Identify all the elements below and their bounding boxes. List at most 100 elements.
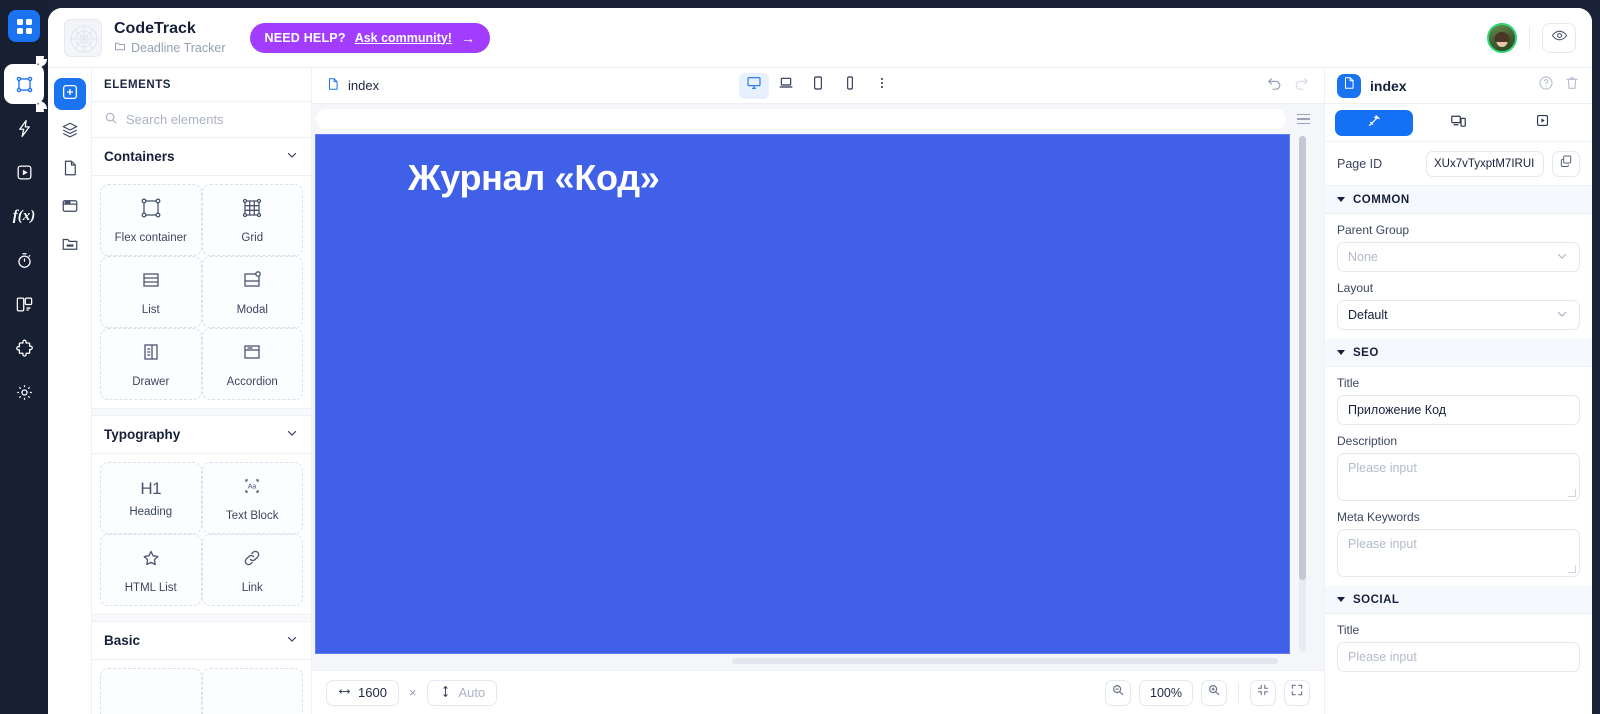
canvas-preview-frame[interactable]: Журнал «Код» — [315, 134, 1290, 654]
hamburger-icon[interactable] — [1294, 113, 1312, 125]
layout-select[interactable]: Default — [1337, 300, 1580, 330]
text-block-icon: Aa — [240, 474, 264, 503]
parent-group-select[interactable]: None — [1337, 242, 1580, 272]
element-card-flex-container[interactable]: Flex container — [100, 184, 202, 256]
fullscreen-button[interactable] — [1284, 679, 1310, 706]
canvas-more-button[interactable] — [867, 73, 897, 99]
canvas-width-field[interactable]: 1600 — [326, 679, 399, 706]
eye-icon — [1551, 27, 1568, 49]
tab-styles[interactable] — [1335, 109, 1414, 136]
help-button[interactable] — [1538, 75, 1554, 96]
rail-item-preview-play[interactable] — [4, 152, 44, 192]
need-help-banner[interactable]: NEED HELP? Ask community! → — [249, 22, 490, 53]
tab-interactions[interactable] — [1504, 110, 1582, 136]
device-laptop[interactable] — [771, 73, 801, 99]
canvas-vertical-scrollbar[interactable] — [1299, 136, 1306, 652]
elements-group-containers[interactable]: Containers — [92, 138, 311, 176]
element-card-list[interactable]: List — [100, 256, 202, 328]
rail-item-assets[interactable] — [4, 284, 44, 324]
preview-button[interactable] — [1542, 22, 1576, 53]
element-card-html-list[interactable]: HTML List — [100, 534, 202, 606]
field-label: Title — [1337, 376, 1360, 390]
zoom-in-button[interactable] — [1201, 679, 1227, 706]
undo-button[interactable] — [1266, 75, 1283, 97]
subrail-item-add-elements[interactable] — [53, 78, 86, 110]
page-id-row: Page ID XUx7vTyxptM7IRUI — [1325, 142, 1592, 186]
primary-nav-rail: f(x) — [0, 0, 48, 714]
page-id-value[interactable]: XUx7vTyxptM7IRUI — [1426, 150, 1544, 177]
element-card-link[interactable]: Link — [201, 534, 303, 606]
caret-down-icon — [1337, 197, 1345, 202]
logo-dots-icon — [16, 18, 32, 34]
element-card-accordion[interactable]: Accordion — [201, 328, 303, 400]
field-label: Layout — [1337, 281, 1374, 295]
delete-button[interactable] — [1564, 75, 1580, 96]
search-icon — [104, 111, 118, 128]
element-card-text-block[interactable]: Aa Text Block — [201, 462, 303, 534]
device-desktop[interactable] — [739, 72, 769, 99]
seo-description-textarea[interactable]: Please input — [1337, 453, 1580, 501]
element-card-basic-1[interactable] — [100, 668, 202, 714]
flex-container-icon — [139, 196, 163, 225]
zoom-out-button[interactable] — [1105, 679, 1131, 706]
redo-button[interactable] — [1293, 75, 1310, 97]
caret-down-icon — [1337, 597, 1345, 602]
subrail-item-layers[interactable] — [54, 116, 86, 148]
section-header-common[interactable]: COMMON — [1325, 186, 1592, 214]
fit-to-screen-button[interactable] — [1250, 679, 1276, 706]
rail-item-design-tool[interactable] — [4, 56, 44, 112]
section-header-seo[interactable]: SEO — [1325, 339, 1592, 367]
element-card-basic-2[interactable] — [201, 668, 303, 714]
canvas-horizontal-scrollbar[interactable] — [732, 658, 1278, 664]
field-parent-group: Parent Group None — [1325, 214, 1592, 272]
app-header: CodeTrack Deadline Tracker NEED HELP? As… — [48, 8, 1592, 68]
subrail-item-components[interactable] — [54, 192, 86, 224]
heading-h1-icon: H1 — [140, 478, 162, 498]
elements-group-basic[interactable]: Basic — [92, 622, 311, 660]
kebab-menu-icon — [874, 75, 890, 96]
rail-item-automation[interactable] — [4, 108, 44, 148]
elements-group-typography[interactable]: Typography — [92, 416, 311, 454]
header-actions — [1487, 22, 1576, 53]
inspector-header-actions — [1538, 75, 1580, 96]
main-shell: CodeTrack Deadline Tracker NEED HELP? As… — [48, 8, 1592, 714]
project-thumbnail[interactable] — [64, 18, 102, 57]
rail-item-plugins[interactable] — [4, 328, 44, 368]
subrail-item-pages[interactable] — [54, 154, 86, 186]
selection-frame-icon — [15, 75, 34, 94]
element-card-modal[interactable]: Modal — [201, 256, 303, 328]
device-mobile[interactable] — [835, 73, 865, 99]
fullscreen-icon — [1290, 683, 1304, 702]
canvas-heading[interactable]: Журнал «Код» — [316, 135, 1289, 199]
field-seo-description: Description Please input — [1325, 425, 1592, 501]
canvas-height-field[interactable]: Auto — [426, 679, 498, 706]
section-header-social[interactable]: SOCIAL — [1325, 586, 1592, 614]
rail-item-timer[interactable] — [4, 240, 44, 280]
history-controls — [1266, 75, 1310, 97]
canvas-file-label[interactable]: index — [326, 77, 379, 94]
modal-icon — [240, 268, 264, 297]
element-card-heading[interactable]: H1 Heading — [100, 462, 202, 534]
device-tablet[interactable] — [803, 73, 833, 99]
user-avatar[interactable] — [1487, 22, 1517, 53]
meta-keywords-textarea[interactable]: Please input — [1337, 529, 1580, 577]
ask-community-link[interactable]: Ask community! — [355, 31, 452, 45]
function-fx-icon: f(x) — [12, 207, 36, 224]
canvas-url-bar[interactable] — [316, 109, 1286, 129]
caret-down-icon — [1337, 350, 1345, 355]
tab-responsive[interactable] — [1419, 110, 1497, 136]
rail-item-settings[interactable] — [4, 372, 44, 412]
element-card-grid[interactable]: Grid — [201, 184, 303, 256]
social-title-input[interactable]: Please input — [1337, 642, 1580, 672]
statusbar-divider — [1238, 682, 1239, 703]
zoom-level-value[interactable]: 100% — [1139, 679, 1193, 706]
rail-item-functions[interactable]: f(x) — [4, 196, 44, 236]
search-elements-row[interactable]: Search elements — [92, 102, 311, 138]
copy-page-id-button[interactable] — [1552, 150, 1580, 177]
element-card-drawer[interactable]: Drawer — [100, 328, 202, 400]
field-label: Meta Keywords — [1337, 510, 1420, 524]
seo-title-input[interactable]: Приложение Код — [1337, 395, 1580, 425]
app-logo[interactable] — [8, 10, 40, 42]
subrail-item-assets-folder[interactable] — [54, 230, 86, 262]
